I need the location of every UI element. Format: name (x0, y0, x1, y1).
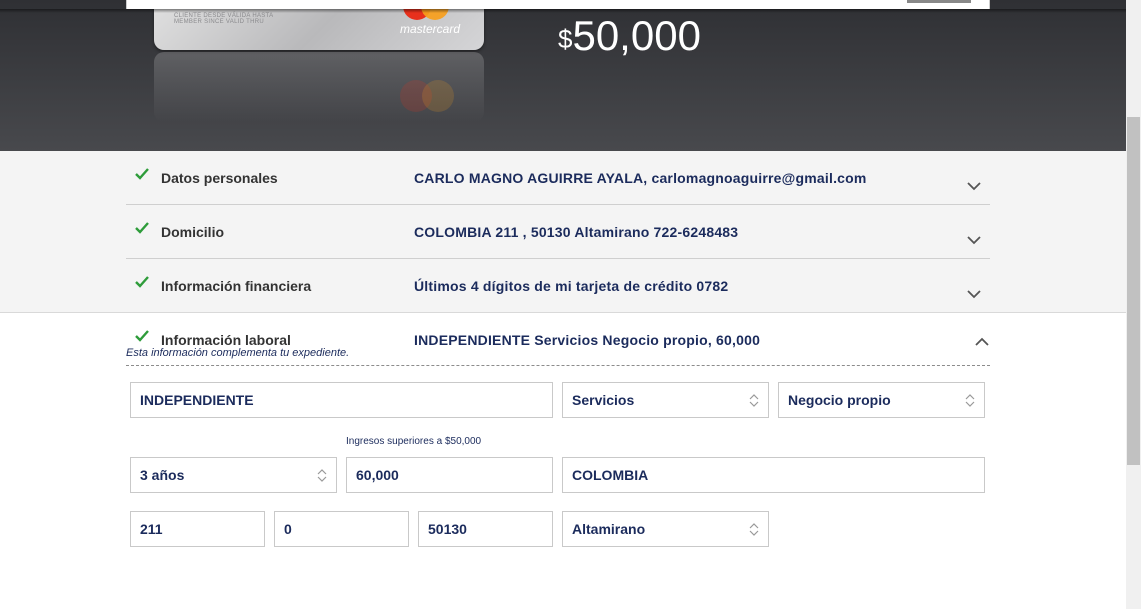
amount-value: 50,000 (572, 12, 701, 59)
select-arrows-icon (749, 394, 759, 407)
check-icon (135, 222, 149, 234)
check-icon (135, 330, 149, 342)
section-summary: CARLO MAGNO AGUIRRE AYALA, carlomagnoagu… (414, 170, 867, 186)
select-arrows-icon (965, 394, 975, 407)
postal-code-field[interactable]: 50130 (418, 511, 553, 547)
section-summary: INDEPENDIENTE Servicios Negocio propio, … (414, 332, 761, 348)
top-header-bar (126, 0, 990, 9)
section-datos-personales[interactable]: Datos personales CARLO MAGNO AGUIRRE AYA… (126, 151, 990, 205)
city-select[interactable]: Altamirano (562, 511, 769, 547)
card-brand-text: mastercard (400, 22, 461, 36)
section-label: Información financiera (161, 278, 312, 294)
credit-amount: $50,000 (558, 12, 701, 60)
section-summary: COLOMBIA 211 , 50130 Altamirano 722-6248… (414, 224, 739, 240)
check-icon (135, 168, 149, 180)
section-divider (126, 365, 990, 366)
street-field[interactable]: COLOMBIA (562, 457, 985, 493)
chevron-up-icon[interactable] (974, 337, 990, 347)
select-arrows-icon (317, 469, 327, 482)
interior-number-field[interactable]: 0 (274, 511, 409, 547)
check-icon (135, 276, 149, 288)
business-type-select[interactable]: Negocio propio (778, 382, 985, 418)
chevron-down-icon[interactable] (966, 235, 982, 245)
section-label: Domicilio (161, 224, 225, 240)
section-domicilio[interactable]: Domicilio COLOMBIA 211 , 50130 Altamiran… (126, 205, 990, 259)
card-valid-label: MEMBER SINCE VALID THRU (174, 19, 265, 25)
section-label: Información laboral (161, 332, 291, 348)
seniority-select[interactable]: 3 años (130, 457, 337, 493)
income-field[interactable]: 60,000 (346, 457, 553, 493)
section-note: Esta información complementa tu expedien… (126, 347, 350, 359)
page-scrollbar-thumb[interactable] (1127, 117, 1140, 465)
section-label: Datos personales (161, 170, 278, 186)
chevron-down-icon[interactable] (966, 289, 982, 299)
hero-banner: CLIENTE DESDE VÁLIDA HASTA MEMBER SINCE … (0, 0, 1126, 151)
section-summary: Últimos 4 dígitos de mi tarjeta de crédi… (414, 278, 729, 294)
header-tab[interactable] (907, 0, 971, 3)
select-arrows-icon (749, 523, 759, 536)
section-informacion-financiera[interactable]: Información financiera Últimos 4 dígitos… (126, 259, 990, 313)
currency-symbol: $ (558, 24, 573, 54)
employment-type-field[interactable]: INDEPENDIENTE (130, 382, 553, 418)
header-shadow (0, 9, 1126, 13)
exterior-number-field[interactable]: 211 (130, 511, 265, 547)
chevron-down-icon[interactable] (966, 181, 982, 191)
mastercard-reflection-icon (398, 80, 468, 112)
sector-select[interactable]: Servicios (562, 382, 769, 418)
income-hint: Ingresos superiores a $50,000 (346, 436, 482, 447)
